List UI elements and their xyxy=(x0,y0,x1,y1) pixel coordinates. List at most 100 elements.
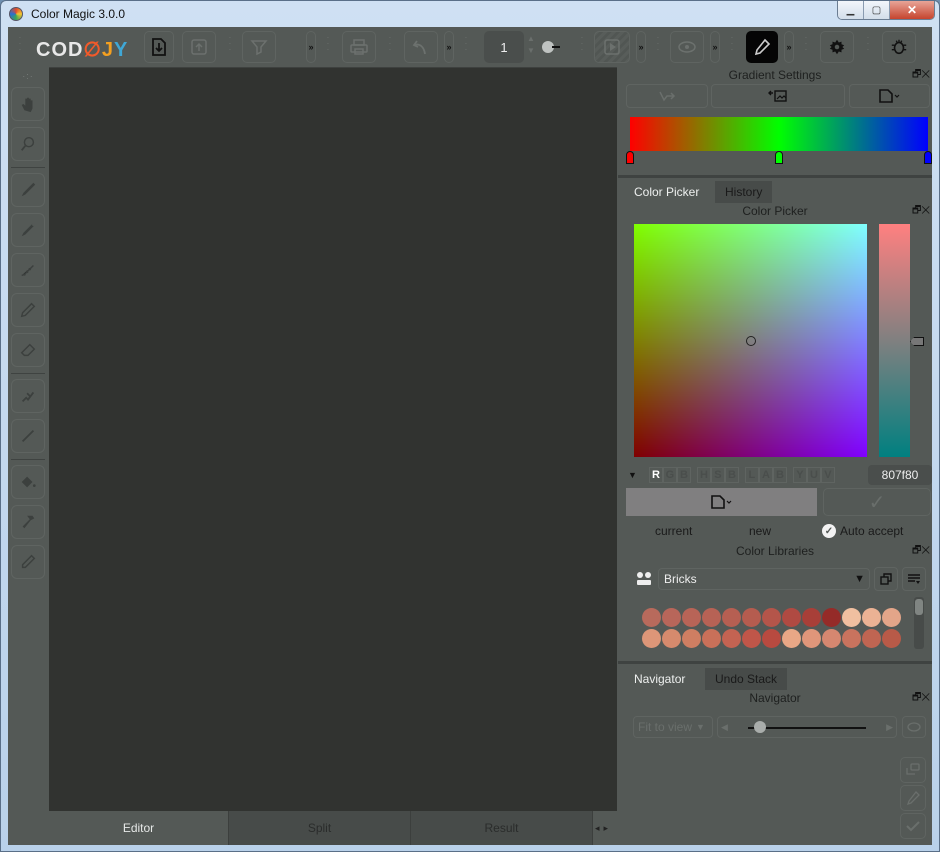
tab-result[interactable]: Result xyxy=(411,811,593,845)
toolbar-overflow-button[interactable]: » xyxy=(444,31,454,63)
minimize-button[interactable]: ▁ xyxy=(838,1,864,19)
library-menu-button[interactable] xyxy=(902,567,926,591)
color-libraries-dock-controls[interactable]: 🗗✕ xyxy=(912,543,930,560)
tab-color-picker[interactable]: Color Picker xyxy=(624,181,709,203)
toolbar-grip[interactable]: · · · xyxy=(16,34,24,59)
color-mode-b[interactable]: B xyxy=(772,467,787,483)
color-swatch[interactable] xyxy=(862,608,881,627)
edit-mode-button[interactable] xyxy=(746,31,778,63)
settings-button[interactable] xyxy=(820,31,854,63)
tab-scroll-left-icon[interactable]: ◂ xyxy=(595,823,600,834)
hex-input[interactable]: 807f80 xyxy=(868,465,932,485)
color-mode-s[interactable]: S xyxy=(710,467,725,483)
color-swatch[interactable] xyxy=(822,608,841,627)
tab-split[interactable]: Split xyxy=(229,811,411,845)
gradient-preview[interactable] xyxy=(630,117,928,151)
toolbar-grip[interactable]: · · · xyxy=(324,34,332,59)
color-mode-b[interactable]: B xyxy=(724,467,739,483)
editor-canvas[interactable] xyxy=(49,67,617,811)
tab-scroll-right-icon[interactable]: ▸ xyxy=(604,823,609,834)
spray-tool[interactable] xyxy=(11,253,45,287)
toolbar-grip[interactable]: · · · xyxy=(802,34,810,59)
color-swatch[interactable] xyxy=(722,608,741,627)
color-field-cursor[interactable] xyxy=(746,336,756,346)
smudge-tool[interactable] xyxy=(11,379,45,413)
gradient-stop-handle[interactable] xyxy=(924,151,932,164)
color-swatch[interactable] xyxy=(782,629,801,648)
debug-button[interactable] xyxy=(882,31,916,63)
current-new-color-swatch[interactable] xyxy=(626,488,817,516)
pan-tool[interactable] xyxy=(11,87,45,121)
channel-slider-handle[interactable] xyxy=(910,337,924,346)
library-detach-button[interactable] xyxy=(874,567,898,591)
auto-accept-checkbox[interactable]: ✓ xyxy=(822,524,836,538)
preview-button[interactable] xyxy=(670,31,704,63)
print-button[interactable] xyxy=(342,31,376,63)
color-field[interactable] xyxy=(634,224,867,457)
color-swatch[interactable] xyxy=(882,629,901,648)
color-swatch[interactable] xyxy=(702,629,721,648)
zoom-mode-select[interactable]: Fit to view ▼ xyxy=(633,716,713,738)
color-swatch[interactable] xyxy=(742,608,761,627)
color-swatch[interactable] xyxy=(862,629,881,648)
color-swatch[interactable] xyxy=(702,608,721,627)
toolbar-overflow-button[interactable]: » xyxy=(636,31,646,63)
color-swatch[interactable] xyxy=(722,629,741,648)
color-swatch[interactable] xyxy=(882,608,901,627)
spin-down-icon[interactable]: ▼ xyxy=(526,45,536,57)
tab-history[interactable]: History xyxy=(715,181,773,203)
toolbar-grip[interactable]: · · · xyxy=(728,34,736,59)
toolbar-grip[interactable]: · · · xyxy=(386,34,394,59)
frame-spinbox[interactable]: 1 xyxy=(484,31,524,63)
gradient-settings-dock-controls[interactable]: 🗗✕ xyxy=(912,67,930,84)
color-mode-b[interactable]: B xyxy=(676,467,691,483)
navigator-preview-toggle[interactable] xyxy=(902,716,926,738)
play-button[interactable] xyxy=(594,31,630,63)
navigator-dock-controls[interactable]: 🗗✕ xyxy=(912,690,930,707)
eraser-tool[interactable] xyxy=(11,333,45,367)
color-swatch[interactable] xyxy=(662,629,681,648)
navigator-edit-button[interactable] xyxy=(900,785,926,811)
accept-color-button[interactable]: ✓ xyxy=(823,488,931,516)
library-select[interactable]: Bricks ▼ xyxy=(658,568,870,590)
toolbar-overflow-button[interactable]: » xyxy=(710,31,720,63)
import-button[interactable] xyxy=(144,31,174,63)
color-mode-v[interactable]: V xyxy=(820,467,835,483)
toolbar-grip[interactable]: · · · xyxy=(462,34,470,59)
channel-slider[interactable] xyxy=(879,224,910,457)
zoom-out-button[interactable]: ◀ xyxy=(721,722,728,733)
gradient-stop-handle[interactable] xyxy=(626,151,634,164)
line-tool[interactable] xyxy=(11,419,45,453)
color-swatch[interactable] xyxy=(762,629,781,648)
navigator-apply-button[interactable] xyxy=(900,813,926,839)
frame-spinbox-arrows[interactable]: ▲ ▼ xyxy=(526,33,536,61)
color-mode-a[interactable]: A xyxy=(758,467,773,483)
color-swatch[interactable] xyxy=(762,608,781,627)
color-swatch[interactable] xyxy=(802,629,821,648)
tab-editor[interactable]: Editor xyxy=(49,811,229,845)
brush-tool[interactable] xyxy=(11,173,45,207)
toolbar-overflow-button[interactable]: » xyxy=(306,31,316,63)
color-swatch[interactable] xyxy=(662,608,681,627)
color-mode-l[interactable]: L xyxy=(744,467,759,483)
spin-up-icon[interactable]: ▲ xyxy=(526,33,536,45)
library-type-button[interactable] xyxy=(632,567,656,591)
toolbar-overflow-button[interactable]: » xyxy=(784,31,794,63)
color-swatch[interactable] xyxy=(642,629,661,648)
zoom-slider-knob[interactable] xyxy=(753,721,766,733)
color-swatch[interactable] xyxy=(782,608,801,627)
stamp-tool[interactable] xyxy=(11,505,45,539)
filter-button[interactable] xyxy=(242,31,276,63)
color-mode-y[interactable]: Y xyxy=(792,467,807,483)
color-mode-u[interactable]: U xyxy=(806,467,821,483)
close-button[interactable]: ✕ xyxy=(890,1,934,19)
color-swatch[interactable] xyxy=(682,629,701,648)
tab-navigator[interactable]: Navigator xyxy=(624,668,695,690)
tab-undo-stack[interactable]: Undo Stack xyxy=(705,668,788,690)
toolbar-grip[interactable]: · · · xyxy=(864,34,872,59)
color-swatch[interactable] xyxy=(802,608,821,627)
gradient-file-menu-button[interactable] xyxy=(849,84,930,108)
color-swatch[interactable] xyxy=(742,629,761,648)
eyedropper-tool[interactable] xyxy=(11,545,45,579)
color-swatch[interactable] xyxy=(842,629,861,648)
